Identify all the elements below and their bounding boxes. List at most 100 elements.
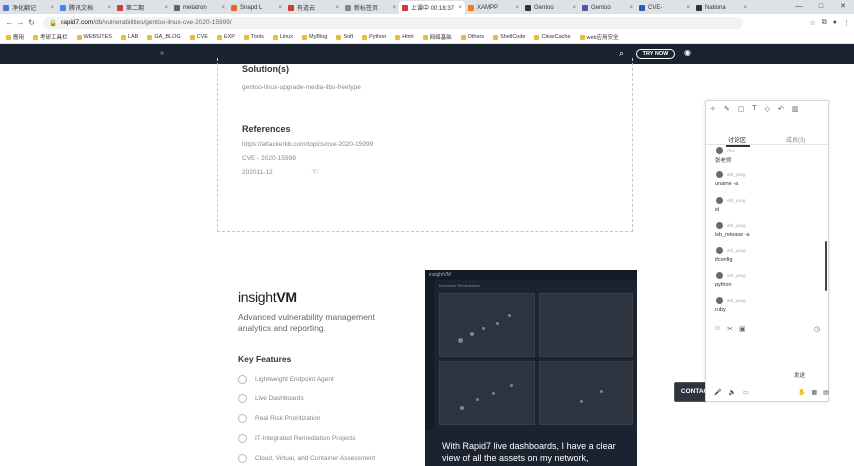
- bookmark-label: 网络基础: [429, 35, 452, 41]
- bookmark[interactable]: WEBSITES: [76, 34, 112, 40]
- close-icon[interactable]: ×: [458, 5, 462, 11]
- bookmark[interactable]: MyBlog: [301, 34, 327, 40]
- bookmark[interactable]: EXP: [216, 34, 235, 40]
- close-icon[interactable]: ×: [629, 5, 633, 11]
- tab[interactable]: Snapd L ×: [228, 1, 285, 14]
- folder-icon: [76, 34, 82, 40]
- chat-toolbar: ✧ ✎ ▢ T ◇ ↶ ▥: [710, 105, 799, 113]
- bookmark[interactable]: 考研工具栏: [33, 33, 68, 41]
- tab[interactable]: CVE- ×: [636, 1, 693, 14]
- try-now-button[interactable]: TRY NOW: [636, 49, 675, 59]
- bookmark[interactable]: 應用: [6, 33, 24, 41]
- tab-favicon: [117, 4, 123, 11]
- bookmark[interactable]: Python: [362, 34, 386, 40]
- bookmark[interactable]: Tools: [243, 34, 264, 40]
- url-input[interactable]: 🔒 rapid7.com /db/vulnerabilities/gentoo-…: [43, 16, 743, 29]
- reload-icon[interactable]: ↻: [26, 18, 37, 27]
- bookmark[interactable]: Soft: [336, 34, 353, 40]
- hand-icon[interactable]: ✋: [798, 389, 805, 396]
- tab-discussion[interactable]: 讨论区: [725, 135, 751, 147]
- more-icon[interactable]: ▤: [823, 389, 829, 396]
- folder-icon: [272, 34, 278, 40]
- url-path: /db/vulnerabilities/gentoo-linux-cve-202…: [93, 19, 232, 26]
- tab[interactable]: 第二期 ×: [114, 1, 171, 14]
- tab-active[interactable]: 上课中 00:18:37 ×: [399, 1, 465, 14]
- star-icon[interactable]: ☆: [809, 19, 815, 27]
- bookmark[interactable]: LAB: [120, 34, 138, 40]
- extensions-icon[interactable]: ⧉: [822, 19, 827, 27]
- avatar: [716, 147, 723, 154]
- close-icon[interactable]: ×: [515, 5, 519, 11]
- grid-icon[interactable]: ▦: [811, 389, 817, 396]
- text-icon[interactable]: T: [752, 105, 756, 113]
- history-icon[interactable]: ◷: [814, 325, 820, 333]
- tab[interactable]: 腾讯文档 ×: [57, 1, 114, 14]
- scissors-icon[interactable]: ✂: [727, 325, 733, 333]
- close-window-icon[interactable]: ✕: [832, 0, 854, 14]
- close-icon[interactable]: ×: [686, 5, 690, 11]
- menu-icon[interactable]: ⋮: [843, 19, 850, 27]
- back-icon[interactable]: ←: [4, 18, 15, 27]
- reference-link[interactable]: CVE - 2020-15999: [242, 155, 296, 162]
- menu-toggle-icon[interactable]: »: [160, 50, 164, 57]
- bookmark[interactable]: Linux: [272, 34, 293, 40]
- bookmark[interactable]: web应用安全: [579, 33, 619, 41]
- close-icon[interactable]: ×: [572, 5, 576, 11]
- reference-link[interactable]: https://attackerkb.com/topics/cve-2020-1…: [242, 141, 373, 148]
- camera-icon[interactable]: ▭: [743, 389, 749, 396]
- close-icon[interactable]: ×: [392, 5, 396, 11]
- mic-icon[interactable]: 🎤: [714, 389, 721, 396]
- maximize-icon[interactable]: □: [810, 0, 832, 14]
- speaker-icon[interactable]: 🔈: [728, 389, 735, 396]
- message-text: lsb_release -a: [715, 232, 750, 238]
- bookmark-label: Python: [369, 34, 387, 40]
- message-text: ifconfig: [715, 257, 733, 263]
- close-icon[interactable]: ×: [107, 5, 111, 11]
- tab[interactable]: Gentoo ×: [522, 1, 579, 14]
- minimize-icon[interactable]: —: [788, 0, 810, 14]
- tab[interactable]: metatron ×: [171, 1, 228, 14]
- tab-favicon: [525, 4, 531, 11]
- tab-members[interactable]: 成员(3): [786, 135, 805, 144]
- close-icon[interactable]: ×: [50, 5, 54, 11]
- data-point: [482, 327, 485, 330]
- emoji-icon[interactable]: ☺: [714, 325, 721, 333]
- avatar: [716, 247, 723, 254]
- bookmark[interactable]: GA_BLOG: [147, 34, 181, 40]
- tab[interactable]: 新标签页 ×: [342, 1, 399, 14]
- close-icon[interactable]: ×: [743, 5, 747, 11]
- pin-icon[interactable]: ✧: [710, 105, 716, 113]
- close-icon[interactable]: ×: [164, 5, 168, 11]
- eraser-icon[interactable]: ◇: [765, 105, 770, 113]
- tab[interactable]: XAMPP ×: [465, 1, 522, 14]
- tab-label: Gentoo: [534, 4, 554, 11]
- feature-item: Live Dashboards: [238, 394, 304, 403]
- bookmark[interactable]: Others: [460, 34, 484, 40]
- globe-icon[interactable]: ◉: [684, 48, 691, 57]
- close-icon[interactable]: ×: [221, 5, 225, 11]
- bookmark[interactable]: Html: [395, 34, 414, 40]
- close-icon[interactable]: ×: [335, 5, 339, 11]
- send-button[interactable]: 发送: [794, 371, 805, 379]
- shape-icon[interactable]: ▢: [738, 105, 745, 113]
- image-icon[interactable]: ▣: [739, 325, 746, 333]
- dashboard-subtitle: Executive Remediation: [439, 283, 480, 288]
- bookmark[interactable]: ShellCode: [493, 34, 525, 40]
- message-author: ALL: [716, 147, 735, 154]
- feature-icon: [238, 375, 247, 384]
- undo-icon[interactable]: ↶: [778, 105, 784, 113]
- reference-link[interactable]: 202011-12: [242, 169, 273, 176]
- profile-icon[interactable]: ●: [833, 19, 837, 27]
- tab[interactable]: 有道云 ×: [285, 1, 342, 14]
- pen-icon[interactable]: ✎: [724, 105, 730, 113]
- tab[interactable]: Nationa ×: [693, 1, 750, 14]
- close-icon[interactable]: ×: [278, 5, 282, 11]
- tab[interactable]: Gentoo ×: [579, 1, 636, 14]
- bookmark[interactable]: CVE: [189, 34, 208, 40]
- bookmark[interactable]: ClearCache: [534, 34, 571, 40]
- tab[interactable]: 净化翻记 ×: [0, 1, 57, 14]
- bookmark[interactable]: 网络基础: [422, 33, 452, 41]
- trash-icon[interactable]: ▥: [792, 105, 799, 113]
- chat-scrollbar[interactable]: [825, 241, 827, 291]
- forward-icon[interactable]: →: [15, 18, 26, 27]
